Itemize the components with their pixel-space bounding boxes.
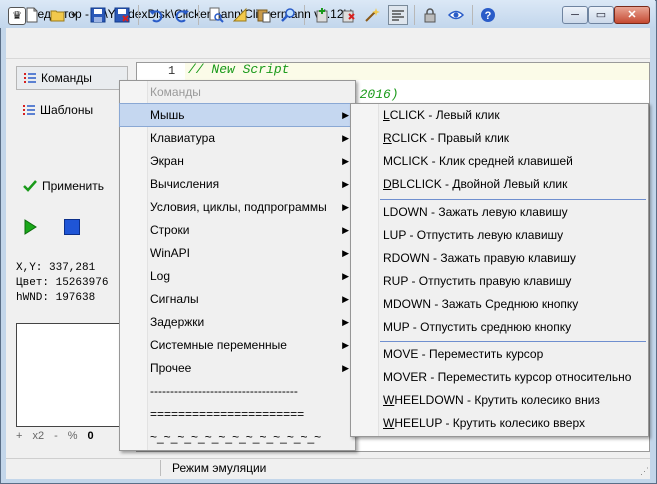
- checkmark-icon: [23, 180, 37, 192]
- zoom-percent-button[interactable]: %: [68, 430, 78, 446]
- menu-item-signals[interactable]: Сигналы ▶: [120, 288, 355, 310]
- submenu-item-dblclick[interactable]: DBLCLICK - Двойной Левый клик: [351, 173, 648, 196]
- zoom-in-button[interactable]: +: [16, 430, 22, 446]
- submenu-item-wheelup[interactable]: WHEELUP - Крутить колесико вверх: [351, 412, 648, 435]
- submenu-separator: [380, 341, 646, 342]
- zoom-zero-button[interactable]: 0: [88, 430, 94, 446]
- menu-header: Команды: [150, 85, 201, 99]
- menu-item-log[interactable]: Log ▶: [120, 265, 355, 287]
- pixel-preview: [16, 323, 120, 427]
- color-readout: Цвет: 15263976: [16, 277, 109, 289]
- toolbar-separator: [304, 5, 305, 25]
- zoom-bar: + x2 - % 0: [16, 430, 126, 446]
- save-icon[interactable]: [88, 5, 108, 25]
- menu-item-mouse[interactable]: Мышь ▶: [119, 103, 356, 127]
- ruler-icon[interactable]: [230, 5, 250, 25]
- toolbar-separator: [414, 5, 415, 25]
- stop-button[interactable]: [64, 219, 80, 235]
- toolbar: [6, 28, 650, 59]
- search-icon[interactable]: [278, 5, 298, 25]
- chevron-right-icon: ▶: [342, 110, 349, 120]
- chevron-right-icon: ▶: [342, 248, 349, 258]
- list-icon: [23, 105, 35, 115]
- menu-item-winapi[interactable]: WinAPI ▶: [120, 242, 355, 264]
- find-icon[interactable]: [206, 5, 226, 25]
- submenu-item-lclick[interactable]: LCLICK - Левый клик: [351, 104, 648, 127]
- coords-readout: X,Y: 337,281: [16, 262, 96, 274]
- chevron-right-icon: ▶: [342, 363, 349, 373]
- open-folder-icon[interactable]: [48, 5, 68, 25]
- chevron-right-icon: ▶: [342, 340, 349, 350]
- submenu-separator: [380, 199, 646, 200]
- menu-item-other[interactable]: Прочее ▶: [120, 357, 355, 379]
- menu-item-calculations[interactable]: Вычисления ▶: [120, 173, 355, 195]
- submenu-item-mover[interactable]: MOVER - Переместить курсор относительно: [351, 366, 648, 389]
- submenu-item-ldown[interactable]: LDOWN - Зажать левую клавишу: [351, 201, 648, 224]
- submenu-item-rup[interactable]: RUP - Отпустить правую клавишу: [351, 270, 648, 293]
- apply-label: Применить: [42, 179, 105, 193]
- play-button[interactable]: [22, 219, 38, 238]
- code-line-1[interactable]: // New Script: [188, 62, 289, 77]
- tab-templates-label: Шаблоны: [40, 103, 94, 117]
- chevron-right-icon: ▶: [342, 156, 349, 166]
- menu-item-sep-tilde[interactable]: ~_~_~_~_~_~_~_~_~_~_~_~_~: [120, 426, 355, 448]
- status-mode: Режим эмуляции: [172, 461, 267, 475]
- hwnd-readout: hWND: 197638: [16, 292, 96, 304]
- format-icon[interactable]: [388, 5, 408, 25]
- tab-commands[interactable]: Команды: [16, 66, 128, 90]
- resize-grip-icon[interactable]: ⋰: [640, 466, 650, 476]
- lock-icon[interactable]: [420, 5, 440, 25]
- submenu-item-rdown[interactable]: RDOWN - Зажать правую клавишу: [351, 247, 648, 270]
- chevron-right-icon: ▶: [342, 225, 349, 235]
- close-button[interactable]: ✕: [614, 6, 650, 24]
- toolbar-separator: [138, 5, 139, 25]
- submenu-item-mdown[interactable]: MDOWN - Зажать Среднюю кнопку: [351, 293, 648, 316]
- new-file-icon[interactable]: [22, 5, 42, 25]
- apply-button[interactable]: Применить: [16, 174, 128, 198]
- menu-item-sep-dashes[interactable]: -------------------------------------: [120, 380, 355, 402]
- tab-templates[interactable]: Шаблоны: [16, 98, 134, 122]
- line-number: 1: [168, 64, 176, 78]
- eye-icon[interactable]: [446, 5, 466, 25]
- help-icon[interactable]: ?: [478, 5, 498, 25]
- submenu-item-wheeldown[interactable]: WHEELDOWN - Крутить колесико вниз: [351, 389, 648, 412]
- submenu-item-rclick[interactable]: RCLICK - Правый клик: [351, 127, 648, 150]
- menu-item-conditions[interactable]: Условия, циклы, подпрограммы ▶: [120, 196, 355, 218]
- redo-icon[interactable]: [172, 5, 192, 25]
- tab-commands-label: Команды: [41, 71, 92, 85]
- undo-icon[interactable]: [146, 5, 166, 25]
- menu-item-strings[interactable]: Строки ▶: [120, 219, 355, 241]
- dropdown-arrow-icon[interactable]: [68, 5, 80, 25]
- chevron-right-icon: ▶: [342, 294, 349, 304]
- submenu-item-mclick[interactable]: MCLICK - Клик средней клавишей: [351, 150, 648, 173]
- submenu-item-move[interactable]: MOVE - Переместить курсор: [351, 343, 648, 366]
- menu-item-sep-equals[interactable]: ======================: [120, 403, 355, 425]
- svg-text:?: ?: [485, 10, 492, 22]
- list-icon: [24, 73, 36, 83]
- zoom-x2-button[interactable]: x2: [32, 430, 44, 446]
- menu-item-screen[interactable]: Экран ▶: [120, 150, 355, 172]
- chevron-right-icon: ▶: [342, 133, 349, 143]
- menu-item-system-vars[interactable]: Системные переменные ▶: [120, 334, 355, 356]
- delete-icon[interactable]: [338, 5, 358, 25]
- submenu-item-lup[interactable]: LUP - Отпустить левую клавишу: [351, 224, 648, 247]
- status-cell: [10, 460, 161, 476]
- menu-item-delays[interactable]: Задержки ▶: [120, 311, 355, 333]
- zoom-out-button[interactable]: -: [54, 430, 58, 446]
- add-icon[interactable]: [312, 5, 332, 25]
- submenu-item-mup[interactable]: MUP - Отпустить среднюю кнопку: [351, 316, 648, 339]
- save-as-icon[interactable]: [112, 5, 132, 25]
- play-icon: [24, 219, 37, 235]
- magic-wand-icon[interactable]: [362, 5, 382, 25]
- toolbar-separator: [198, 5, 199, 25]
- minimize-button[interactable]: ─: [562, 6, 588, 24]
- chevron-right-icon: ▶: [342, 317, 349, 327]
- chevron-right-icon: ▶: [342, 202, 349, 212]
- paste-icon[interactable]: [254, 5, 274, 25]
- toolbar-separator: [472, 5, 473, 25]
- menu-item-keyboard[interactable]: Клавиатура ▶: [120, 127, 355, 149]
- chevron-right-icon: ▶: [342, 179, 349, 189]
- maximize-button[interactable]: ▭: [588, 6, 614, 24]
- chevron-right-icon: ▶: [342, 271, 349, 281]
